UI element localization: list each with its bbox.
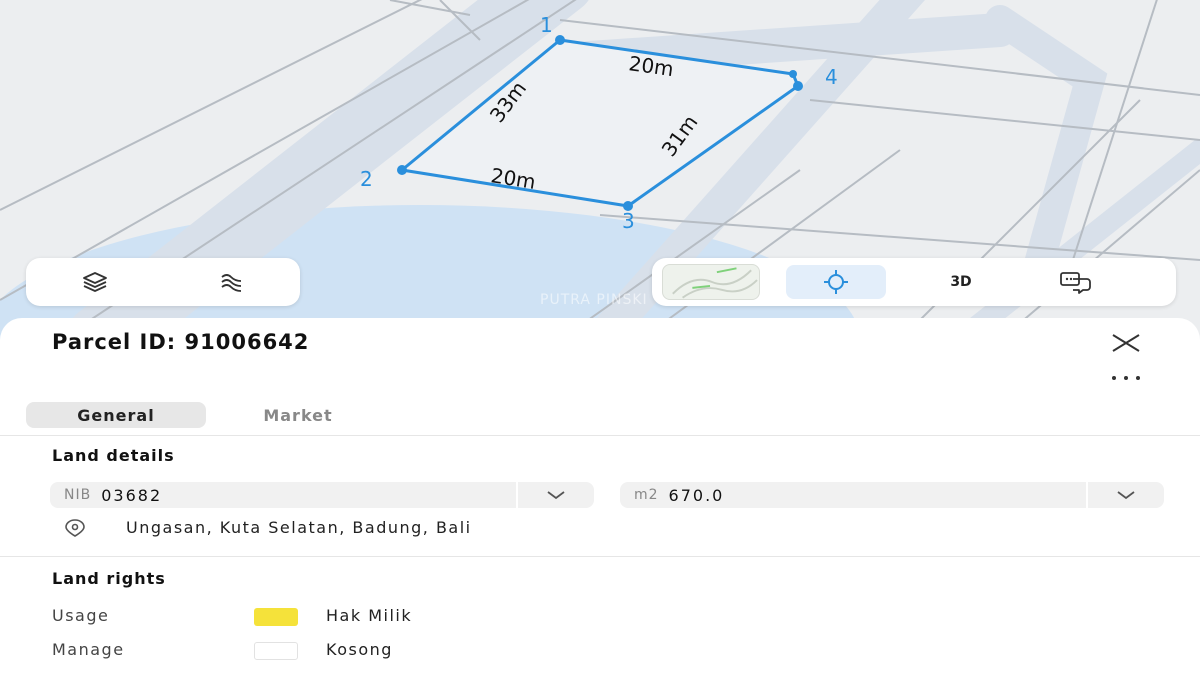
usage-color-swatch: [254, 608, 298, 626]
vertex-label-4: 4: [825, 65, 838, 89]
manage-color-swatch: [254, 642, 298, 660]
toggle-3d-button[interactable]: 3D: [916, 265, 1006, 299]
tab-market[interactable]: Market: [228, 402, 368, 428]
feedback-button[interactable]: [1036, 265, 1116, 299]
more-dots-icon: [1112, 376, 1140, 380]
chevron-down-icon: [547, 491, 565, 500]
basemap-thumbnail-icon: [672, 267, 758, 299]
address-row: Ungasan, Kuta Selatan, Badung, Bali: [58, 518, 472, 537]
crosshair-icon: [824, 270, 848, 294]
area-value: 670.0: [668, 485, 725, 505]
close-button[interactable]: [1110, 332, 1142, 354]
vertex-label-3: 3: [622, 209, 635, 233]
parcel-title: Parcel ID: 91006642: [52, 330, 310, 354]
location-pin-icon: [65, 518, 85, 537]
tab-divider: [0, 435, 1200, 436]
parcel-info-panel: Parcel ID: 91006642 General Market Land …: [0, 318, 1200, 680]
layers-button[interactable]: [82, 271, 108, 293]
more-options-button[interactable]: [1108, 368, 1144, 388]
map-controls-left: [26, 258, 300, 306]
layers-icon: [82, 272, 107, 292]
land-rights-heading: Land rights: [52, 569, 166, 588]
watermark: PUTRA PINSKI: [540, 292, 648, 308]
basemap-thumbnail-button[interactable]: [662, 264, 760, 300]
nib-prefix: NIB: [64, 487, 92, 503]
vertex-label-2: 2: [360, 167, 373, 191]
feedback-icon: [1060, 272, 1091, 294]
nib-value: 03682: [101, 485, 163, 505]
area-dropdown-toggle[interactable]: [1086, 482, 1164, 508]
nib-select[interactable]: NIB 03682: [50, 482, 594, 508]
address-text: Ungasan, Kuta Selatan, Badung, Bali: [126, 518, 472, 537]
section-divider: [0, 556, 1200, 557]
nib-dropdown-toggle[interactable]: [516, 482, 594, 508]
chevron-down-icon: [1117, 491, 1135, 500]
map-controls-right: 3D: [652, 258, 1176, 306]
usage-value: Hak Milik: [326, 606, 413, 625]
vertex-label-1: 1: [540, 13, 553, 37]
tab-general[interactable]: General: [26, 402, 206, 428]
close-icon: [1112, 334, 1140, 352]
land-details-heading: Land details: [52, 446, 175, 465]
manage-label: Manage: [52, 640, 125, 659]
usage-label: Usage: [52, 606, 110, 625]
manage-value: Kosong: [326, 640, 393, 659]
area-unit-prefix: m2: [634, 487, 659, 503]
locate-me-button[interactable]: [786, 265, 886, 299]
area-select[interactable]: m2 670.0: [620, 482, 1164, 508]
tab-bar: General Market: [26, 402, 368, 428]
contour-icon: [220, 274, 241, 292]
contour-button[interactable]: [219, 271, 245, 293]
